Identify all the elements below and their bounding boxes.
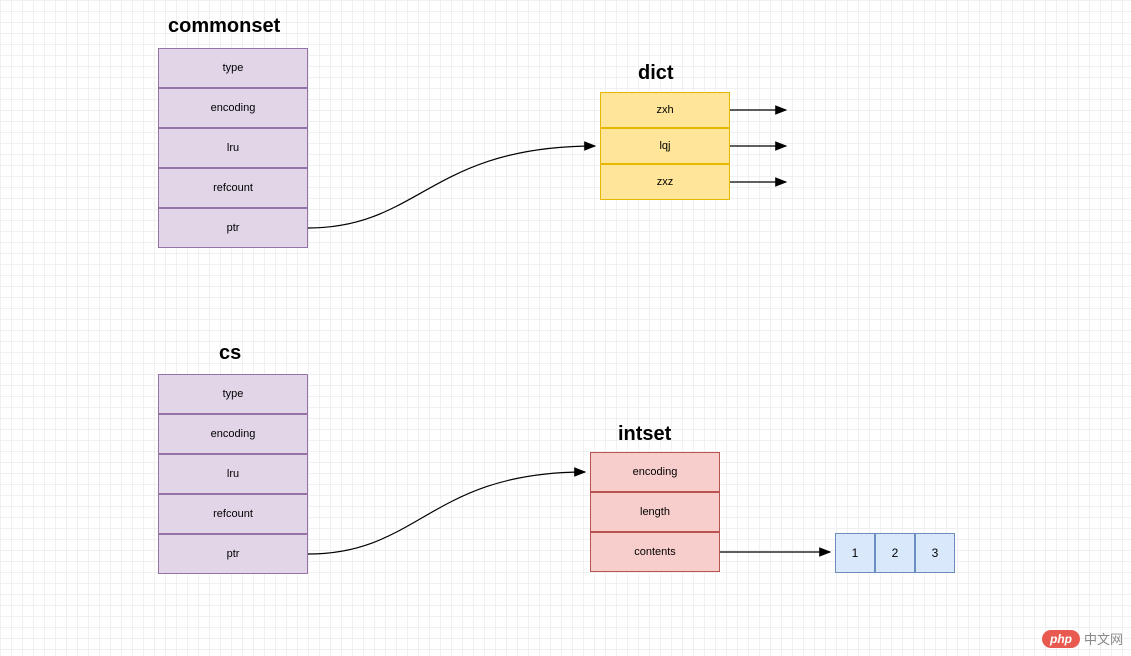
array-cell-3: 3 bbox=[915, 533, 955, 573]
intset-row-length: length bbox=[590, 492, 720, 532]
commonset-row-type: type bbox=[158, 48, 308, 88]
intset-title: intset bbox=[618, 423, 671, 446]
cs-row-ptr: ptr bbox=[158, 534, 308, 574]
watermark-text: 中文网 bbox=[1084, 629, 1123, 648]
intset-row-encoding: encoding bbox=[590, 452, 720, 492]
cs-row-lru: lru bbox=[158, 454, 308, 494]
commonset-row-lru: lru bbox=[158, 128, 308, 168]
array-cell-2: 2 bbox=[875, 533, 915, 573]
array-cell-1: 1 bbox=[835, 533, 875, 573]
watermark: php 中文网 bbox=[1042, 629, 1123, 648]
intset-row-contents: contents bbox=[590, 532, 720, 572]
commonset-row-ptr: ptr bbox=[158, 208, 308, 248]
dict-row-zxh: zxh bbox=[600, 92, 730, 128]
cs-row-type: type bbox=[158, 374, 308, 414]
cs-title: cs bbox=[219, 342, 241, 365]
cs-row-encoding: encoding bbox=[158, 414, 308, 454]
dict-title: dict bbox=[638, 62, 674, 85]
dict-row-zxz: zxz bbox=[600, 164, 730, 200]
commonset-row-encoding: encoding bbox=[158, 88, 308, 128]
commonset-title: commonset bbox=[168, 15, 280, 38]
watermark-logo: php bbox=[1042, 630, 1080, 648]
dict-row-lqj: lqj bbox=[600, 128, 730, 164]
cs-row-refcount: refcount bbox=[158, 494, 308, 534]
commonset-row-refcount: refcount bbox=[158, 168, 308, 208]
